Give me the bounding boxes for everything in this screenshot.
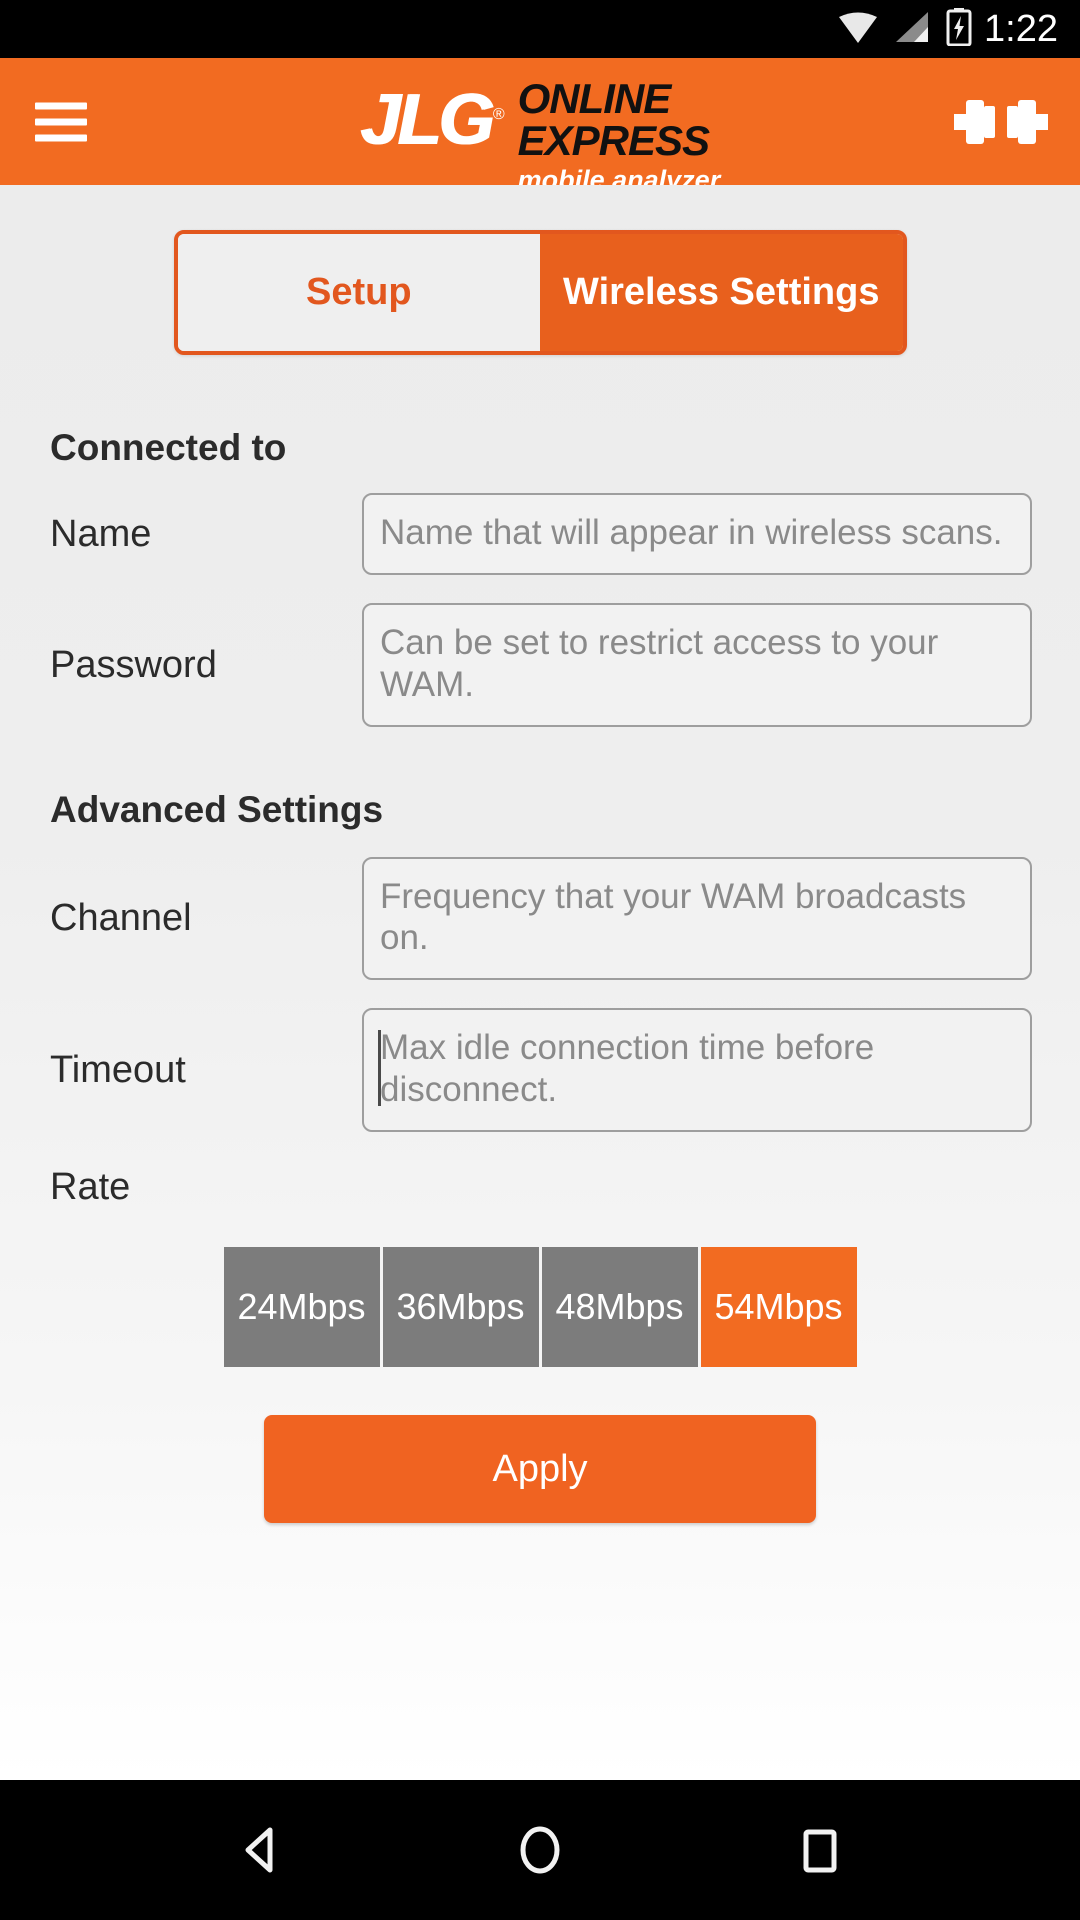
rate-option-36mbps[interactable]: 36Mbps xyxy=(382,1247,539,1368)
battery-charging-icon xyxy=(946,7,972,51)
rate-option-group: 24Mbps 36Mbps 48Mbps 54Mbps xyxy=(0,1247,1080,1368)
input-timeout[interactable]: Max idle connection time before disconne… xyxy=(362,1008,1032,1133)
form-row-name: Name Name that will appear in wireless s… xyxy=(50,493,1032,576)
registered-mark: ® xyxy=(492,105,505,123)
input-password[interactable]: Can be set to restrict access to your WA… xyxy=(362,603,1032,727)
main-content: Setup Wireless Settings Connected to Nam… xyxy=(0,185,1080,1780)
dumbbell-icon[interactable] xyxy=(954,92,1048,152)
android-navigation-bar xyxy=(0,1780,1080,1920)
label-password: Password xyxy=(50,643,217,686)
section-title-connected-to: Connected to xyxy=(50,427,287,468)
jlg-logo-text: JLG xyxy=(359,79,494,160)
app-title-block: ONLINE EXPRESS mobile analyzer xyxy=(517,74,721,197)
form-row-timeout: Timeout Max idle connection time before … xyxy=(50,1008,1032,1133)
label-name: Name xyxy=(50,512,152,555)
label-rate: Rate xyxy=(50,1166,131,1209)
apply-button-wrap: Apply xyxy=(0,1415,1080,1524)
text-cursor xyxy=(378,1030,381,1107)
hamburger-menu-icon[interactable] xyxy=(35,102,87,141)
tab-bar: Setup Wireless Settings xyxy=(173,230,907,355)
app-title-line1: ONLINE xyxy=(517,74,672,122)
apply-button[interactable]: Apply xyxy=(264,1415,816,1524)
form-row-channel: Channel Frequency that your WAM broadcas… xyxy=(50,856,1032,981)
cell-signal-icon xyxy=(894,10,932,49)
hamburger-bar xyxy=(35,118,87,125)
rate-label-row: Rate xyxy=(50,1166,1032,1209)
input-name[interactable]: Name that will appear in wireless scans. xyxy=(362,493,1032,576)
jlg-logo: JLG ® xyxy=(360,84,505,156)
section-title-advanced-settings: Advanced Settings xyxy=(50,788,384,830)
placeholder-timeout: Max idle connection time before disconne… xyxy=(380,1028,875,1109)
hamburger-bar xyxy=(35,102,87,109)
home-circle-icon[interactable] xyxy=(485,1795,595,1905)
input-channel[interactable]: Frequency that your WAM broadcasts on. xyxy=(362,856,1032,981)
status-bar: 1:22 xyxy=(0,0,1080,58)
status-bar-icons xyxy=(836,7,972,51)
rate-option-24mbps[interactable]: 24Mbps xyxy=(223,1247,380,1368)
placeholder-password: Can be set to restrict access to your WA… xyxy=(380,623,939,704)
placeholder-name: Name that will appear in wireless scans. xyxy=(380,513,1003,552)
recents-square-icon[interactable] xyxy=(765,1795,875,1905)
rate-option-48mbps[interactable]: 48Mbps xyxy=(541,1247,698,1368)
app-title-line2: EXPRESS xyxy=(517,117,710,165)
app-brand: JLG ® ONLINE EXPRESS mobile analyzer xyxy=(360,72,720,197)
back-triangle-icon[interactable] xyxy=(205,1795,315,1905)
hamburger-bar xyxy=(35,134,87,141)
tab-wireless-settings[interactable]: Wireless Settings xyxy=(540,234,903,351)
wifi-icon xyxy=(836,10,880,49)
placeholder-channel: Frequency that your WAM broadcasts on. xyxy=(380,876,967,958)
label-timeout: Timeout xyxy=(50,1048,186,1091)
tab-setup[interactable]: Setup xyxy=(177,234,540,351)
form-row-password: Password Can be set to restrict access t… xyxy=(50,603,1032,727)
app-header: JLG ® ONLINE EXPRESS mobile analyzer xyxy=(0,58,1080,195)
rate-option-54mbps[interactable]: 54Mbps xyxy=(700,1247,857,1368)
status-bar-clock: 1:22 xyxy=(984,7,1058,50)
label-channel: Channel xyxy=(50,897,192,940)
